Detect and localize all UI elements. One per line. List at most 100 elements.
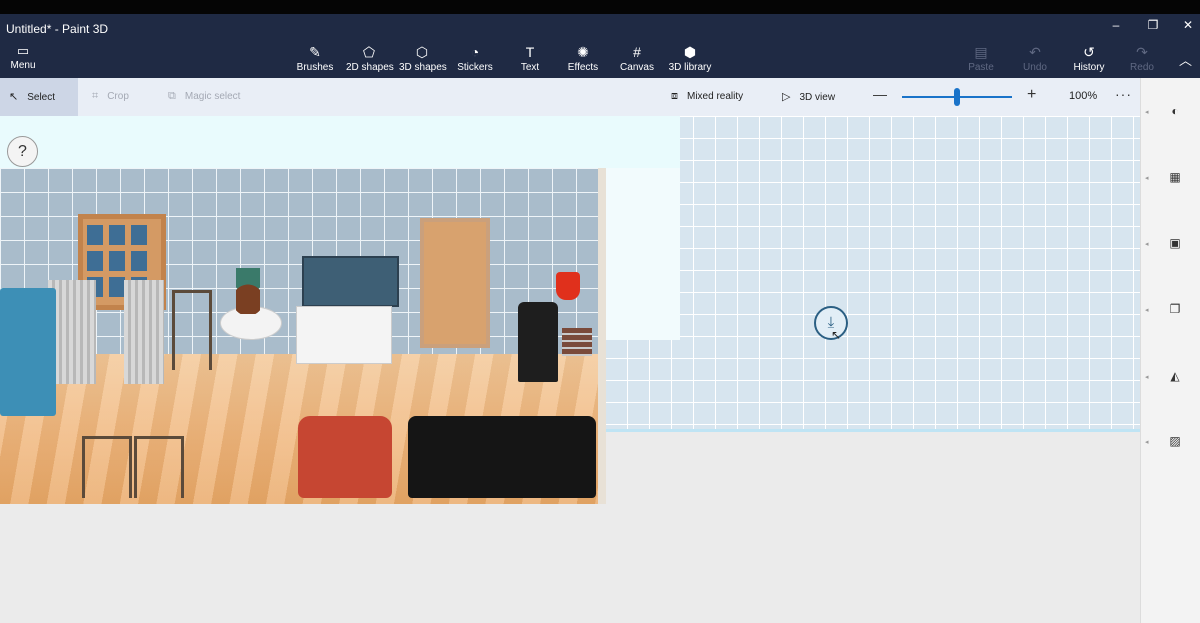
more-options-icon[interactable]: ··· <box>1115 86 1132 102</box>
grid-wall-3d[interactable] <box>605 116 1140 432</box>
crop-button[interactable]: ⌗ Crop <box>92 90 129 103</box>
folder-icon: ▭ <box>16 43 30 58</box>
tool-text[interactable]: T Text <box>515 44 545 73</box>
brush-icon: ✎ <box>309 44 321 60</box>
crop-icon: ⌗ <box>92 90 99 102</box>
undo-button[interactable]: ↶ Undo <box>1020 44 1050 73</box>
zoom-slider-thumb[interactable] <box>954 88 960 106</box>
action-label: Undo <box>1023 62 1047 73</box>
tool-label: Brushes <box>296 62 334 73</box>
tool-label: Stickers <box>457 62 493 73</box>
vase-model[interactable] <box>236 268 260 314</box>
tool-label: 3D library <box>668 62 712 73</box>
side-arrow-icon: ◂ <box>1145 241 1149 248</box>
magic-select-label: Magic select <box>184 91 241 102</box>
minimize-button[interactable]: – <box>1104 18 1128 32</box>
grid-icon[interactable]: ▦ <box>1166 170 1184 184</box>
armchair-model[interactable] <box>298 416 392 498</box>
redo-icon: ↷ <box>1136 44 1148 60</box>
canvas-sheet-top <box>0 116 680 168</box>
dining-chair-model[interactable] <box>134 436 184 498</box>
text-icon: T <box>525 44 535 60</box>
menu-button[interactable]: ▭ Menu <box>6 43 40 72</box>
lamp-model[interactable] <box>556 272 580 300</box>
wooden-chair-model[interactable] <box>172 290 212 370</box>
side-arrow-icon: ◂ <box>1145 307 1149 314</box>
dining-chair-model[interactable] <box>82 436 132 498</box>
desk-model[interactable] <box>296 306 392 364</box>
office-chair-model[interactable] <box>518 302 558 382</box>
ribbon: Untitled* - Paint 3D – ❐ ✕ ▭ Menu ✎ Brus… <box>0 14 1200 78</box>
action-label: Paste <box>968 62 994 73</box>
action-label: Redo <box>1130 62 1154 73</box>
2d-shapes-icon: ⬠ <box>362 44 376 60</box>
mouse-cursor-icon: ↖ <box>831 328 842 342</box>
fridge-model[interactable] <box>0 288 56 416</box>
action-label: History <box>1073 62 1105 73</box>
undo-icon: ↶ <box>1029 44 1041 60</box>
crop-label: Crop <box>107 91 129 102</box>
frame-icon[interactable]: ▣ <box>1166 236 1184 250</box>
door-model[interactable] <box>420 218 490 348</box>
mixed-reality-label: Mixed reality <box>687 91 744 102</box>
side-arrow-icon: ◂ <box>1145 175 1149 182</box>
zoom-in-button[interactable]: + <box>1027 86 1036 104</box>
3d-library-icon: ⬢ <box>683 44 697 60</box>
tool-canvas[interactable]: # Canvas <box>619 44 655 73</box>
select-label: Select <box>27 92 56 103</box>
copy-icon[interactable]: ❐ <box>1166 302 1184 316</box>
zoom-percent: 100% <box>1069 90 1098 102</box>
texture-icon[interactable]: ▨ <box>1166 434 1184 448</box>
books-model[interactable] <box>562 328 592 356</box>
effects-icon: ✺ <box>577 44 589 60</box>
side-arrow-icon: ◂ <box>1145 374 1149 381</box>
room-side-wall <box>598 168 606 504</box>
tool-label: Text <box>520 62 540 73</box>
collapse-ribbon-icon[interactable]: ︿ <box>1179 50 1192 69</box>
tool-label: 2D shapes <box>346 62 394 73</box>
maximize-button[interactable]: ❐ <box>1141 18 1165 32</box>
3d-shapes-icon: ⬡ <box>415 44 429 60</box>
paste-button[interactable]: ▤ Paste <box>966 44 996 73</box>
tool-3d-library[interactable]: ⬢ 3D library <box>667 44 713 73</box>
canvas-icon: # <box>633 44 641 60</box>
side-arrow-icon: ◂ <box>1145 109 1149 116</box>
tool-3d-shapes[interactable]: ⬡ 3D shapes <box>399 44 447 73</box>
tool-label: 3D shapes <box>399 62 447 73</box>
tool-2d-shapes[interactable]: ⬠ 2D shapes <box>346 44 394 73</box>
tool-effects[interactable]: ✺ Effects <box>565 44 601 73</box>
tv-model[interactable] <box>302 256 399 307</box>
side-arrow-icon: ◂ <box>1145 439 1149 446</box>
sofa-model[interactable] <box>408 416 596 498</box>
history-icon: ↺ <box>1083 44 1095 60</box>
3d-view-label: 3D view <box>799 92 836 103</box>
3d-view-button[interactable]: ▷ 3D view <box>782 90 835 103</box>
side-panel <box>1140 78 1200 623</box>
zoom-out-button[interactable]: — <box>873 86 887 102</box>
tool-stickers[interactable]: ◔ Stickers <box>456 44 494 73</box>
redo-button[interactable]: ↷ Redo <box>1127 44 1157 73</box>
flip-icon[interactable]: ◭ <box>1166 369 1184 383</box>
mixed-reality-icon: ⧈ <box>671 90 678 102</box>
window-title: Untitled* - Paint 3D <box>6 22 109 36</box>
3d-view-icon: ▷ <box>782 91 791 103</box>
select-arrow-icon: ↖ <box>9 91 19 103</box>
magic-select-button[interactable]: ⧉ Magic select <box>168 90 240 103</box>
palette-icon[interactable]: ◐ <box>1166 104 1184 118</box>
curtain-right-model[interactable] <box>124 280 164 384</box>
magic-select-icon: ⧉ <box>168 90 176 102</box>
history-button[interactable]: ↺ History <box>1071 44 1107 73</box>
paste-icon: ▤ <box>974 44 988 60</box>
help-button[interactable]: ? <box>7 136 38 167</box>
mixed-reality-button[interactable]: ⧈ Mixed reality <box>671 90 743 103</box>
tool-label: Effects <box>567 62 599 73</box>
close-button[interactable]: ✕ <box>1176 18 1200 32</box>
room-scene[interactable] <box>0 168 606 504</box>
select-button[interactable]: ↖ Select <box>0 78 78 116</box>
tool-brushes[interactable]: ✎ Brushes <box>296 44 334 73</box>
tool-label: Canvas <box>620 62 654 73</box>
select-item: ↖ Select <box>9 90 55 103</box>
stickers-icon: ◔ <box>470 44 480 60</box>
menu-label: Menu <box>10 60 36 71</box>
top-bezel <box>0 0 1200 14</box>
